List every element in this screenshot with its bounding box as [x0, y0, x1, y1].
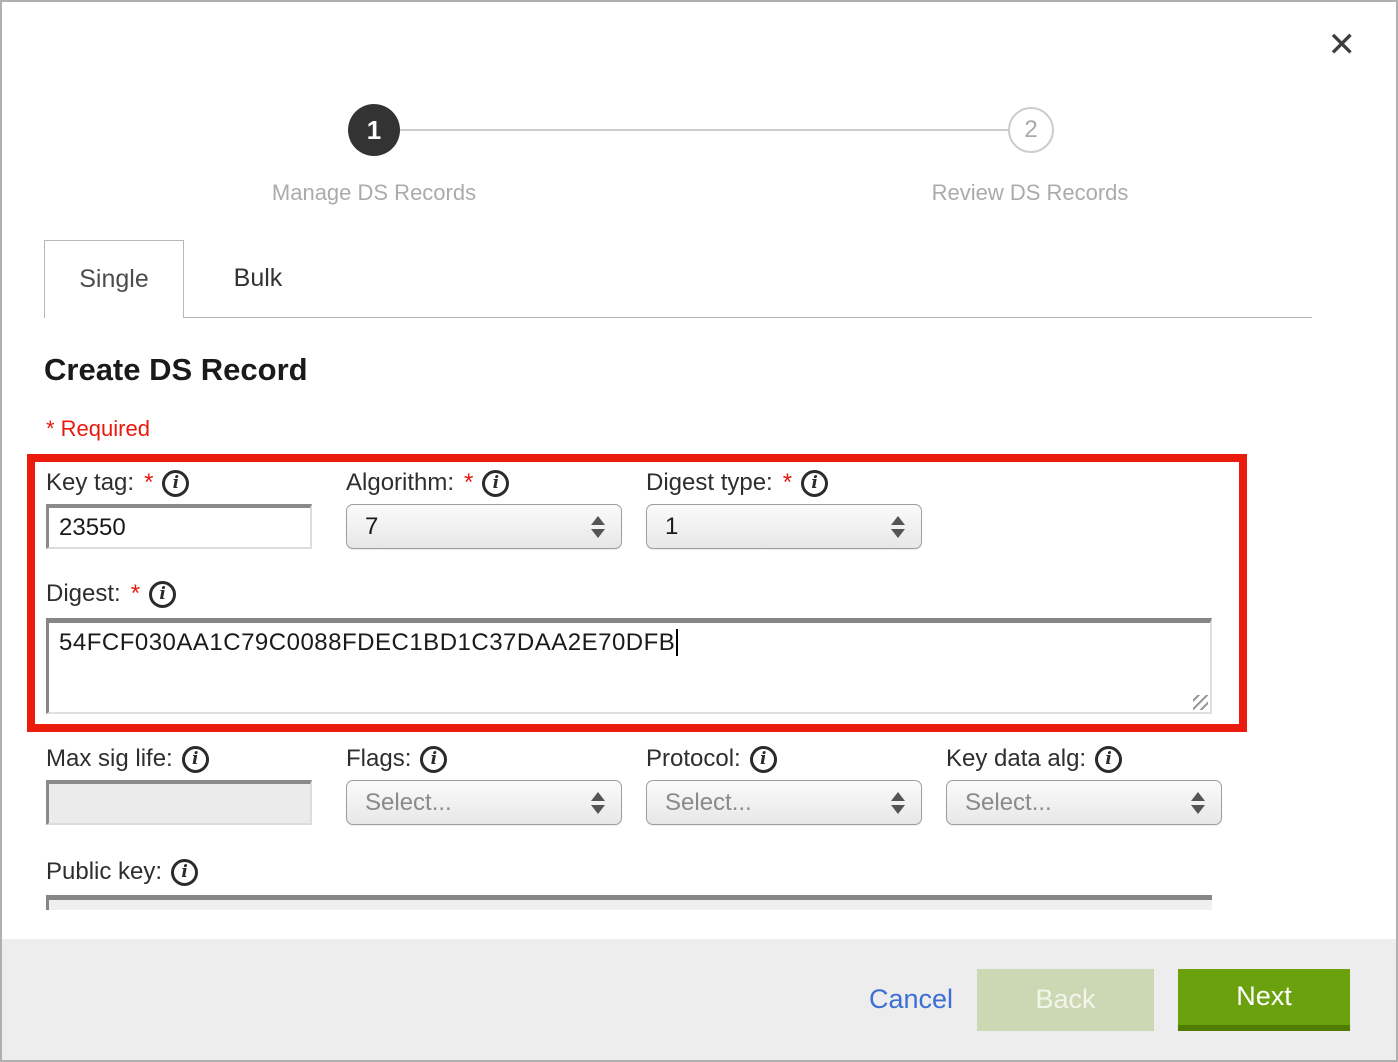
- required-asterisk: *: [464, 469, 473, 497]
- field-flags: Flags: i Select...: [346, 744, 622, 825]
- digest-textarea[interactable]: 54FCF030AA1C79C0088FDEC1BD1C37DAA2E70DFB: [46, 618, 1212, 714]
- step-1-indicator: 1: [348, 104, 400, 156]
- public-key-textarea[interactable]: [46, 895, 1212, 910]
- field-algorithm: Algorithm: * i 7: [346, 468, 622, 549]
- select-arrows-icon: [591, 516, 605, 538]
- required-asterisk: *: [144, 469, 153, 497]
- field-digest-type: Digest type: * i 1: [646, 468, 922, 549]
- next-button[interactable]: Next: [1178, 969, 1350, 1031]
- public-key-label: Public key:: [46, 858, 162, 886]
- protocol-placeholder: Select...: [665, 789, 752, 817]
- text-cursor: [676, 629, 678, 656]
- page-title: Create DS Record: [44, 352, 308, 388]
- info-icon[interactable]: i: [420, 746, 447, 773]
- flags-select[interactable]: Select...: [346, 780, 622, 825]
- required-asterisk: *: [131, 580, 140, 608]
- stepper-connector-line: [398, 129, 1010, 131]
- select-arrows-icon: [891, 516, 905, 538]
- dialog-footer: Cancel Back Next: [2, 939, 1396, 1060]
- protocol-label: Protocol:: [646, 745, 741, 773]
- flags-placeholder: Select...: [365, 789, 452, 817]
- select-arrows-icon: [591, 792, 605, 814]
- field-digest: Digest: * i 54FCF030AA1C79C0088FDEC1BD1C…: [46, 579, 1239, 714]
- required-note: * Required: [46, 416, 150, 442]
- tab-bar-divider: [332, 240, 1312, 318]
- tab-bulk[interactable]: Bulk: [184, 240, 332, 318]
- digest-type-selected-value: 1: [665, 513, 678, 541]
- step-2-indicator: 2: [1008, 107, 1054, 153]
- info-icon[interactable]: i: [1095, 746, 1122, 773]
- tab-bar: Single Bulk: [44, 240, 1312, 318]
- digest-type-label: Digest type:: [646, 469, 773, 497]
- info-icon[interactable]: i: [801, 470, 828, 497]
- digest-label: Digest:: [46, 580, 121, 608]
- key-data-alg-label: Key data alg:: [946, 745, 1086, 773]
- key-tag-label: Key tag:: [46, 469, 134, 497]
- tab-single[interactable]: Single: [44, 240, 184, 318]
- cancel-button[interactable]: Cancel: [869, 984, 953, 1015]
- algorithm-select[interactable]: 7: [346, 504, 622, 549]
- field-key-data-alg: Key data alg: i Select...: [946, 744, 1222, 825]
- field-public-key: Public key: i: [46, 857, 1212, 910]
- resize-handle-icon[interactable]: [1193, 695, 1208, 710]
- max-sig-life-label: Max sig life:: [46, 745, 173, 773]
- field-key-tag: Key tag: * i: [46, 468, 322, 549]
- digest-value: 54FCF030AA1C79C0088FDEC1BD1C37DAA2E70DFB: [59, 629, 675, 656]
- key-data-alg-placeholder: Select...: [965, 789, 1052, 817]
- required-asterisk: *: [783, 469, 792, 497]
- select-arrows-icon: [891, 792, 905, 814]
- wizard-stepper: 1 2 Manage DS Records Review DS Records: [2, 2, 1396, 217]
- info-icon[interactable]: i: [162, 470, 189, 497]
- field-max-sig-life: Max sig life: i: [46, 744, 322, 825]
- step-2-label: Review DS Records: [810, 180, 1250, 206]
- step-1-label: Manage DS Records: [154, 180, 594, 206]
- key-data-alg-select[interactable]: Select...: [946, 780, 1222, 825]
- highlighted-required-fields-box: Key tag: * i Algorithm: * i 7 Digest typ…: [27, 454, 1247, 732]
- select-arrows-icon: [1191, 792, 1205, 814]
- algorithm-label: Algorithm:: [346, 469, 454, 497]
- max-sig-life-input: [46, 780, 312, 825]
- info-icon[interactable]: i: [182, 746, 209, 773]
- key-tag-input[interactable]: [46, 504, 312, 549]
- digest-type-select[interactable]: 1: [646, 504, 922, 549]
- info-icon[interactable]: i: [149, 581, 176, 608]
- info-icon[interactable]: i: [171, 859, 198, 886]
- info-icon[interactable]: i: [482, 470, 509, 497]
- flags-label: Flags:: [346, 745, 411, 773]
- info-icon[interactable]: i: [750, 746, 777, 773]
- field-protocol: Protocol: i Select...: [646, 744, 922, 825]
- back-button: Back: [977, 969, 1154, 1031]
- algorithm-selected-value: 7: [365, 513, 378, 541]
- protocol-select[interactable]: Select...: [646, 780, 922, 825]
